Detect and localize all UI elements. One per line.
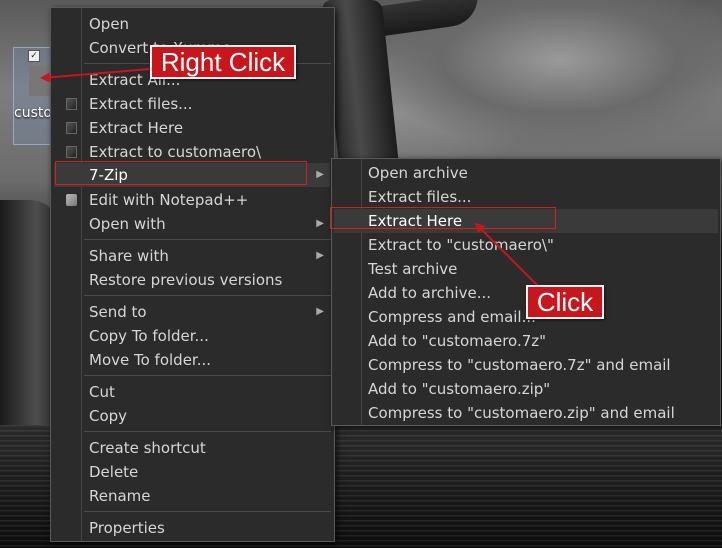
menu-item-label: Share with <box>89 247 169 265</box>
context-menu: Open Convert to Xumme Extract All... Ext… <box>50 7 335 542</box>
menu-item-label: Add to "customaero.zip" <box>368 380 551 398</box>
menu-item-label: Copy <box>89 407 128 425</box>
menu-item-label: Edit with Notepad++ <box>89 191 249 209</box>
submenu-item-add-to-7z[interactable]: Add to "customaero.7z" <box>334 329 718 353</box>
menu-separator <box>84 375 331 376</box>
right-click-callout: Right Click <box>150 45 296 79</box>
menu-separator <box>84 431 331 432</box>
submenu-item-add-to-zip[interactable]: Add to "customaero.zip" <box>334 377 718 401</box>
menu-item-label: Extract files... <box>89 95 193 113</box>
submenu-item-test-archive[interactable]: Test archive <box>334 257 718 281</box>
menu-item-properties[interactable]: Properties <box>54 516 330 540</box>
menu-item-label: Add to "customaero.7z" <box>368 332 547 350</box>
submenu-item-compress-zip-email[interactable]: Compress to "customaero.zip" and email <box>334 401 718 425</box>
menu-item-label: Extract Here <box>89 119 184 137</box>
menu-item-restore-previous-versions[interactable]: Restore previous versions <box>54 268 330 292</box>
menu-item-label: Move To folder... <box>89 351 212 369</box>
annotation-highlight-7zip <box>55 161 307 185</box>
menu-item-label: Compress to "customaero.zip" and email <box>368 404 675 422</box>
menu-item-label: Rename <box>89 487 151 505</box>
menu-item-label: Send to <box>89 303 147 321</box>
menu-item-share-with[interactable]: Share with ▶ <box>54 244 330 268</box>
menu-item-move-to-folder[interactable]: Move To folder... <box>54 348 330 372</box>
menu-item-delete[interactable]: Delete <box>54 460 330 484</box>
menu-item-7zip-extract-files[interactable]: Extract files... <box>54 92 330 116</box>
submenu-item-open-archive[interactable]: Open archive <box>334 161 718 185</box>
menu-item-create-shortcut[interactable]: Create shortcut <box>54 436 330 460</box>
menu-item-label: Properties <box>89 519 165 537</box>
notepad-plus-plus-icon <box>66 194 77 206</box>
submenu-item-extract-to[interactable]: Extract to "customaero\" <box>334 233 718 257</box>
menu-item-label: Restore previous versions <box>89 271 283 289</box>
menu-item-notepad-plus-plus[interactable]: Edit with Notepad++ <box>54 188 330 212</box>
menu-item-cut[interactable]: Cut <box>54 380 330 404</box>
menu-item-label: Extract to "customaero\" <box>368 236 554 254</box>
menu-item-label: Delete <box>89 463 139 481</box>
menu-item-open[interactable]: Open <box>54 12 330 36</box>
submenu-item-compress-7z-email[interactable]: Compress to "customaero.7z" and email <box>334 353 718 377</box>
submenu-arrow-icon: ▶ <box>316 218 324 229</box>
7zip-icon <box>66 98 77 110</box>
menu-item-label: Add to archive... <box>368 284 491 302</box>
annotation-highlight-extract-here <box>330 207 556 229</box>
submenu-item-extract-files[interactable]: Extract files... <box>334 185 718 209</box>
menu-separator <box>84 239 331 240</box>
submenu-arrow-icon: ▶ <box>316 306 324 317</box>
menu-item-label: Open <box>89 15 130 33</box>
menu-item-label: Compress and email... <box>368 308 536 326</box>
menu-item-label: Compress to "customaero.7z" and email <box>368 356 671 374</box>
menu-item-label: Create shortcut <box>89 439 206 457</box>
menu-item-copy[interactable]: Copy <box>54 404 330 428</box>
menu-item-label: Extract files... <box>368 188 472 206</box>
menu-separator <box>84 511 331 512</box>
menu-item-label: Test archive <box>368 260 458 278</box>
click-callout: Click <box>526 285 604 319</box>
menu-item-rename[interactable]: Rename <box>54 484 330 508</box>
menu-item-open-with[interactable]: Open with ▶ <box>54 212 330 236</box>
tree-branch <box>368 0 482 38</box>
menu-item-label: Cut <box>89 383 115 401</box>
menu-item-label: Extract to customaero\ <box>89 143 262 161</box>
7zip-icon <box>66 146 77 158</box>
menu-item-label: Open with <box>89 215 166 233</box>
submenu-arrow-icon: ▶ <box>316 250 324 261</box>
submenu-arrow-icon: ▶ <box>316 169 324 180</box>
menu-item-7zip-extract-here[interactable]: Extract Here <box>54 116 330 140</box>
menu-item-label: Open archive <box>368 164 468 182</box>
menu-item-send-to[interactable]: Send to ▶ <box>54 300 330 324</box>
menu-item-label: Copy To folder... <box>89 327 209 345</box>
7zip-icon <box>66 122 77 134</box>
menu-item-copy-to-folder[interactable]: Copy To folder... <box>54 324 330 348</box>
menu-separator <box>84 295 331 296</box>
archive-file-icon <box>29 66 51 96</box>
selection-checkbox[interactable]: ✓ <box>28 50 40 62</box>
